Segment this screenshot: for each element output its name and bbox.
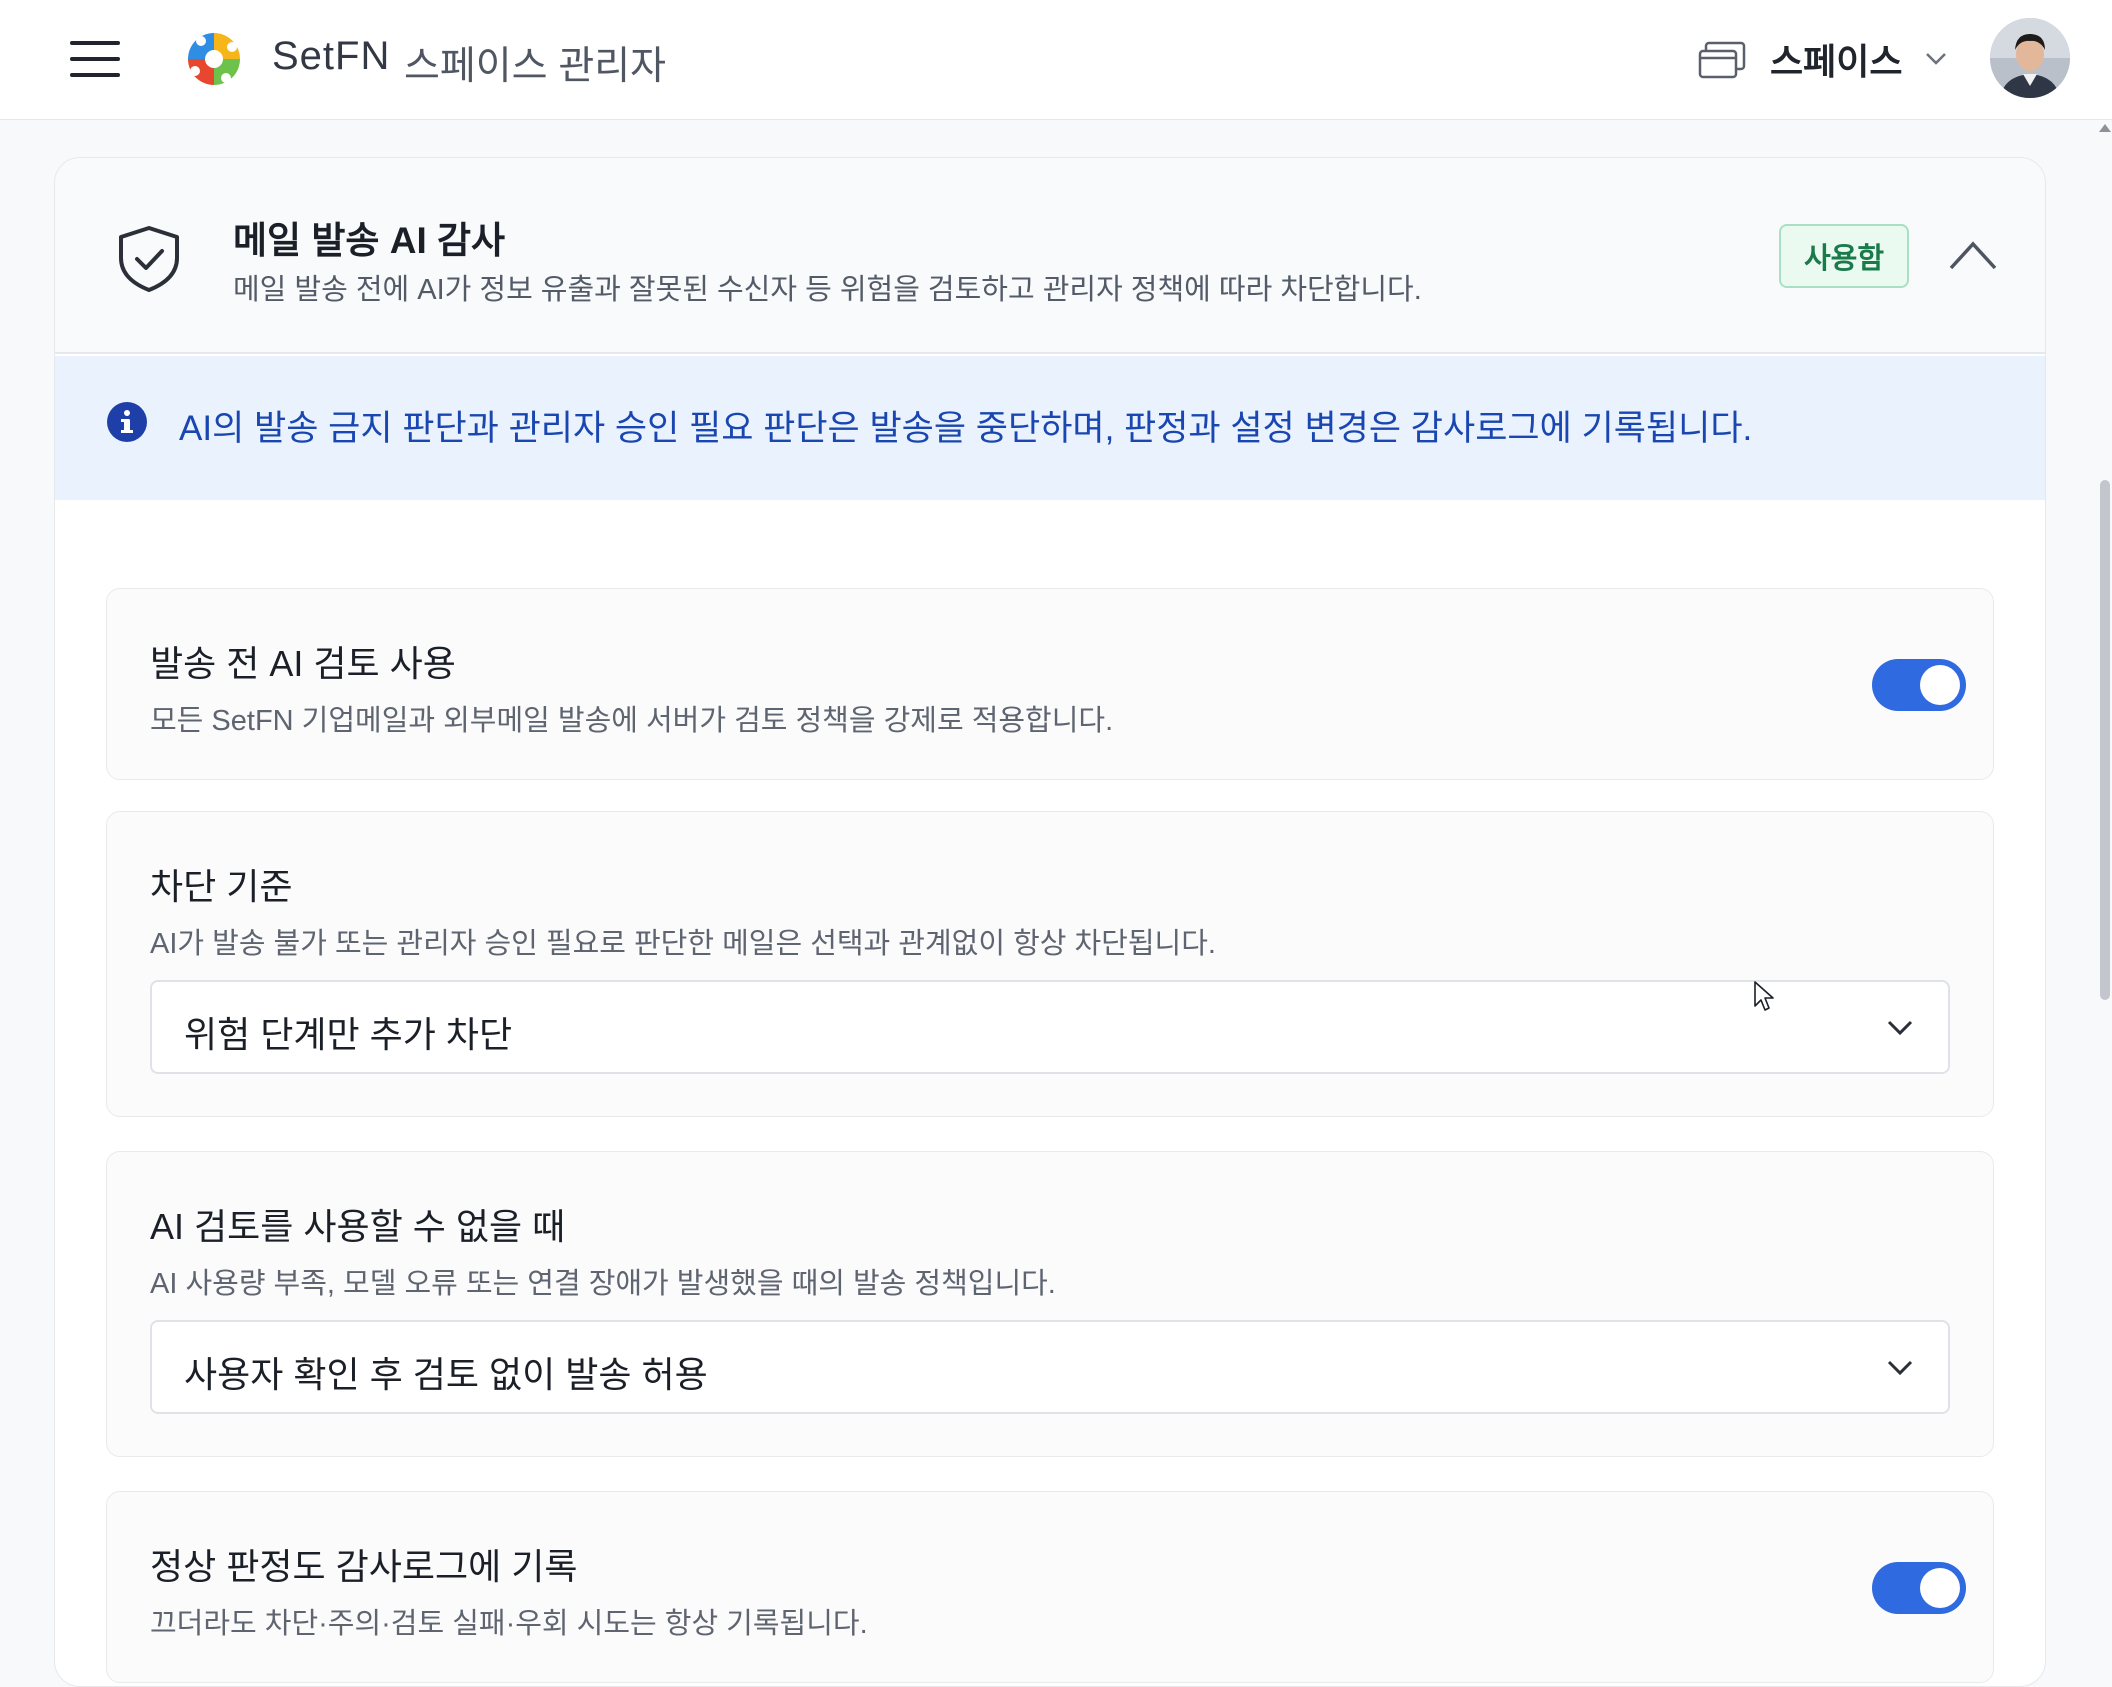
chevron-down-icon: [1887, 1020, 1913, 1036]
select-value: 사용자 확인 후 검토 없이 발송 허용: [184, 1354, 708, 1395]
space-label: 스페이스: [1770, 41, 1903, 82]
pre-review-toggle[interactable]: [1872, 659, 1966, 711]
setting-description: 모든 SetFN 기업메일과 외부메일 발송에 서버가 검토 정책을 강제로 적…: [150, 705, 1114, 737]
block-criteria-select[interactable]: 위험 단계만 추가 차단: [150, 980, 1950, 1074]
space-switcher-button[interactable]: 스페이스: [1698, 28, 1958, 90]
ai-unavailable-setting: AI 검토를 사용할 수 없을 때 AI 사용량 부족, 모델 오류 또는 연결…: [106, 1151, 1994, 1457]
panel-description: 메일 발송 전에 AI가 정보 유출과 잘못된 수신자 등 위험을 검토하고 관…: [233, 274, 1422, 306]
setfn-logo-icon: [188, 33, 240, 85]
menu-icon[interactable]: [70, 30, 128, 88]
menu-line: [70, 41, 120, 45]
setting-description: 끄더라도 차단·주의·검토 실패·우회 시도는 항상 기록됩니다.: [150, 1608, 868, 1640]
info-text: AI의 발송 금지 판단과 관리자 승인 필요 판단은 발송을 중단하며, 판정…: [179, 409, 1753, 448]
select-value: 위험 단계만 추가 차단: [184, 1014, 513, 1055]
avatar-photo-icon: [1990, 18, 2070, 98]
log-normal-toggle[interactable]: [1872, 1562, 1966, 1614]
mouse-cursor-icon: [1754, 981, 1774, 1011]
brand-subtitle: 스페이스 관리자: [404, 45, 666, 88]
menu-line: [70, 73, 120, 77]
setting-title: 발송 전 AI 검토 사용: [150, 643, 456, 684]
setting-description: AI 사용량 부족, 모델 오류 또는 연결 장애가 발생했을 때의 발송 정책…: [150, 1268, 1056, 1300]
panel-title: 메일 발송 AI 감사: [233, 220, 506, 261]
chevron-down-icon: [1887, 1360, 1913, 1376]
setting-title: AI 검토를 사용할 수 없을 때: [150, 1206, 566, 1247]
info-icon: [107, 402, 147, 442]
chevron-up-icon[interactable]: [1945, 230, 2001, 280]
toggle-knob: [1920, 665, 1960, 705]
mail-ai-audit-panel: 메일 발송 AI 감사 메일 발송 전에 AI가 정보 유출과 잘못된 수신자 …: [54, 157, 2046, 1687]
shield-check-icon: [119, 226, 179, 292]
ai-unavailable-select[interactable]: 사용자 확인 후 검토 없이 발송 허용: [150, 1320, 1950, 1414]
status-badge: 사용함: [1779, 224, 1909, 288]
block-criteria-setting: 차단 기준 AI가 발송 불가 또는 관리자 승인 필요로 판단한 메일은 선택…: [106, 811, 1994, 1117]
info-banner: AI의 발송 금지 판단과 관리자 승인 필요 판단은 발송을 중단하며, 판정…: [55, 356, 2045, 500]
log-normal-setting: 정상 판정도 감사로그에 기록 끄더라도 차단·주의·검토 실패·우회 시도는 …: [106, 1491, 1994, 1683]
setting-title: 정상 판정도 감사로그에 기록: [150, 1546, 578, 1587]
toggle-knob: [1920, 1568, 1960, 1608]
chevron-down-icon: [1926, 53, 1947, 65]
window-stack-icon: [1698, 41, 1746, 79]
setting-description: AI가 발송 불가 또는 관리자 승인 필요로 판단한 메일은 선택과 관계없이…: [150, 928, 1216, 960]
brand-name: SetFN: [272, 34, 391, 78]
menu-line: [70, 57, 120, 61]
pre-review-setting: 발송 전 AI 검토 사용 모든 SetFN 기업메일과 외부메일 발송에 서버…: [106, 588, 1994, 780]
user-avatar[interactable]: [1990, 18, 2070, 98]
panel-header: 메일 발송 AI 감사 메일 발송 전에 AI가 정보 유출과 잘못된 수신자 …: [55, 158, 2045, 354]
scrollbar-thumb[interactable]: [2100, 480, 2110, 1000]
scroll-up-arrow-icon[interactable]: [2098, 122, 2112, 134]
app-header: SetFN 스페이스 관리자 스페이스: [0, 0, 2112, 120]
setting-title: 차단 기준: [150, 866, 293, 907]
